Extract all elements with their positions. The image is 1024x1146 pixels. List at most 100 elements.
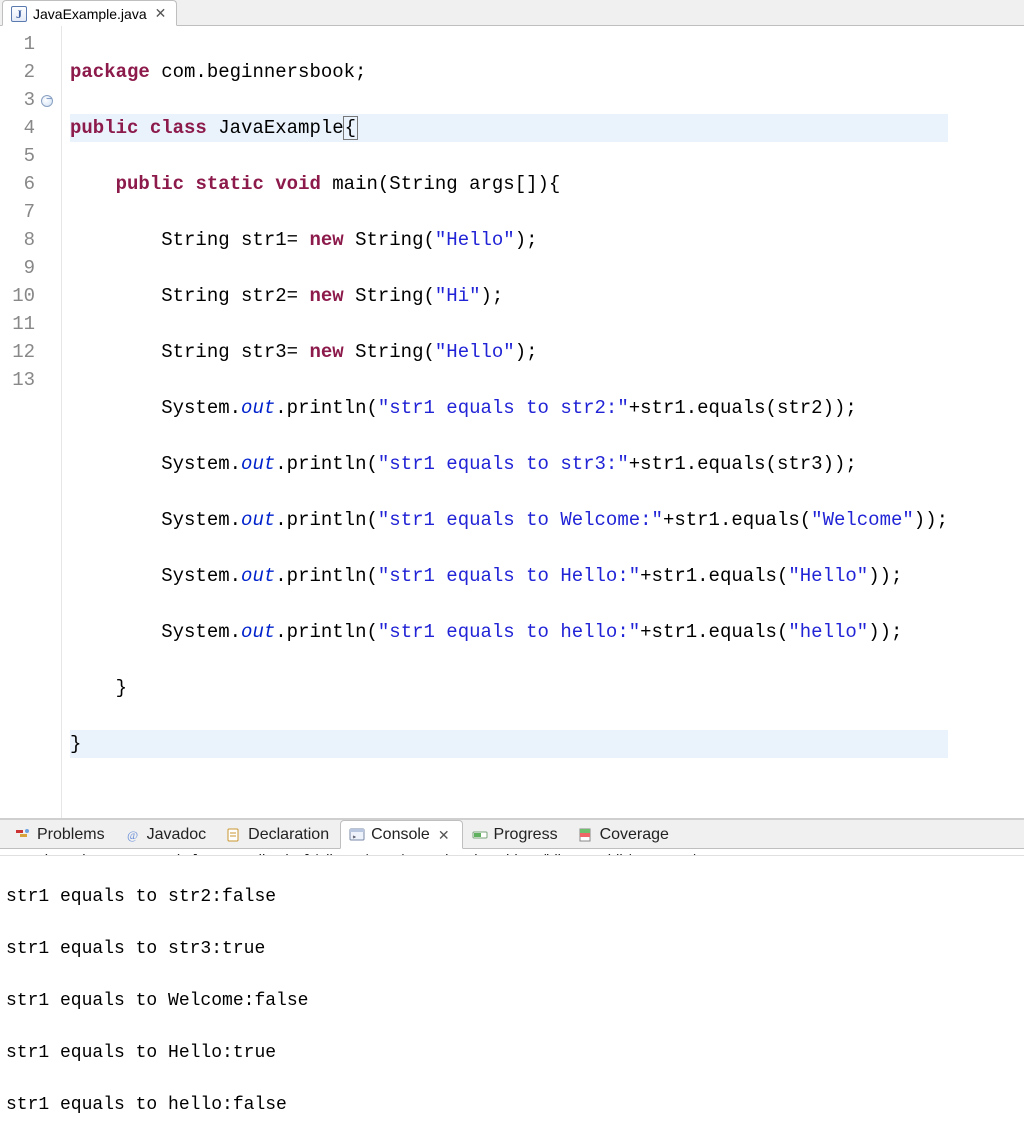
close-icon[interactable]: ✕	[153, 5, 169, 22]
progress-icon	[472, 827, 488, 843]
line-number: 10	[0, 282, 55, 310]
code-token: "Hello"	[435, 341, 515, 363]
code-token: "str1 equals to Hello:"	[378, 565, 640, 587]
code-token: .println(	[275, 397, 378, 419]
editor-tab-filename: JavaExample.java	[33, 6, 147, 22]
tab-declaration[interactable]: Declaration	[217, 820, 340, 848]
code-token: public	[70, 117, 138, 139]
code-token: +str1.equals(str3));	[629, 453, 857, 475]
code-token: System.	[161, 565, 241, 587]
code-token: }	[70, 677, 127, 699]
code-token: com.beginnersbook;	[150, 61, 367, 83]
code-token: new	[309, 229, 343, 251]
code-token: System.	[161, 621, 241, 643]
line-number: 5	[0, 142, 55, 170]
code-token: out	[241, 397, 275, 419]
code-token: main(String args[]){	[321, 173, 560, 195]
line-number-gutter: 1 2 3 4 5 6 7 8 9 10 11 12 13	[0, 26, 62, 818]
tab-label: Javadoc	[147, 826, 207, 844]
problems-icon	[15, 827, 31, 843]
code-token: }	[70, 733, 81, 755]
line-number: 13	[0, 366, 55, 394]
code-token: "str1 equals to str3:"	[378, 453, 629, 475]
tab-label: Problems	[37, 826, 105, 844]
code-token: .println(	[275, 509, 378, 531]
code-token: public	[116, 173, 184, 195]
code-token: .println(	[275, 453, 378, 475]
code-token: JavaExample	[207, 117, 344, 139]
code-token: class	[150, 117, 207, 139]
code-token: static	[195, 173, 263, 195]
code-token: ));	[868, 565, 902, 587]
code-token: String str1=	[161, 229, 309, 251]
code-cursor-bracket: {	[343, 116, 358, 140]
code-token: );	[481, 285, 504, 307]
console-line: str1 equals to hello:false	[6, 1092, 1018, 1118]
code-token: ));	[868, 621, 902, 643]
code-token: String(	[344, 341, 435, 363]
code-token: new	[309, 341, 343, 363]
line-number-foldable[interactable]: 3	[0, 86, 55, 114]
close-icon[interactable]: ✕	[436, 827, 452, 844]
code-token: System.	[161, 453, 241, 475]
code-token: +str1.equals(str2));	[629, 397, 857, 419]
console-line: str1 equals to Welcome:false	[6, 988, 1018, 1014]
tab-progress[interactable]: Progress	[463, 820, 569, 848]
line-number: 9	[0, 254, 55, 282]
code-token: void	[275, 173, 321, 195]
tab-label: Coverage	[600, 826, 669, 844]
code-token: "Welcome"	[811, 509, 914, 531]
console-icon	[349, 827, 365, 843]
line-number: 2	[0, 58, 55, 86]
code-token: .println(	[275, 565, 378, 587]
javadoc-icon: @	[125, 827, 141, 843]
code-token: "str1 equals to hello:"	[378, 621, 640, 643]
code-token: out	[241, 621, 275, 643]
tab-label: Declaration	[248, 826, 329, 844]
code-token: );	[515, 229, 538, 251]
console-line: str1 equals to str3:true	[6, 936, 1018, 962]
line-number: 6	[0, 170, 55, 198]
line-number: 8	[0, 226, 55, 254]
code-token: +str1.equals(	[640, 621, 788, 643]
code-token: "hello"	[788, 621, 868, 643]
code-editor[interactable]: 1 2 3 4 5 6 7 8 9 10 11 12 13 package co…	[0, 26, 1024, 818]
console-output[interactable]: str1 equals to str2:false str1 equals to…	[0, 856, 1024, 1146]
code-token: out	[241, 453, 275, 475]
line-number: 7	[0, 198, 55, 226]
tab-coverage[interactable]: Coverage	[569, 820, 680, 848]
tab-problems[interactable]: Problems	[6, 820, 116, 848]
code-token: String str3=	[161, 341, 309, 363]
coverage-icon	[578, 827, 594, 843]
line-number: 1	[0, 30, 55, 58]
code-token: System.	[161, 509, 241, 531]
code-token: String(	[344, 285, 435, 307]
tab-javadoc[interactable]: @ Javadoc	[116, 820, 218, 848]
line-number: 4	[0, 114, 55, 142]
code-token: "str1 equals to str2:"	[378, 397, 629, 419]
line-number: 12	[0, 338, 55, 366]
bottom-panel-tabs: Problems @ Javadoc Declaration Console ✕…	[0, 820, 1024, 849]
code-token: +str1.equals(	[663, 509, 811, 531]
code-token: package	[70, 61, 150, 83]
code-area[interactable]: package com.beginnersbook; public class …	[62, 26, 956, 818]
console-status: <terminated> JavaExample [Java Applicati…	[0, 849, 1024, 856]
code-token: "str1 equals to Welcome:"	[378, 509, 663, 531]
code-token: "Hello"	[435, 229, 515, 251]
console-line: str1 equals to Hello:true	[6, 1040, 1018, 1066]
code-token: out	[241, 565, 275, 587]
editor-tab-bar: J JavaExample.java ✕	[0, 0, 1024, 26]
declaration-icon	[226, 827, 242, 843]
code-token: ));	[914, 509, 948, 531]
console-line: str1 equals to str2:false	[6, 884, 1018, 910]
code-token: "Hello"	[788, 565, 868, 587]
code-token: );	[515, 341, 538, 363]
editor-tab-javaexample[interactable]: J JavaExample.java ✕	[2, 0, 177, 26]
code-token: System.	[161, 397, 241, 419]
tab-console[interactable]: Console ✕	[340, 820, 462, 849]
code-token: +str1.equals(	[640, 565, 788, 587]
code-token: String str2=	[161, 285, 309, 307]
code-token: String(	[344, 229, 435, 251]
code-token: .println(	[275, 621, 378, 643]
java-file-icon: J	[11, 6, 27, 22]
